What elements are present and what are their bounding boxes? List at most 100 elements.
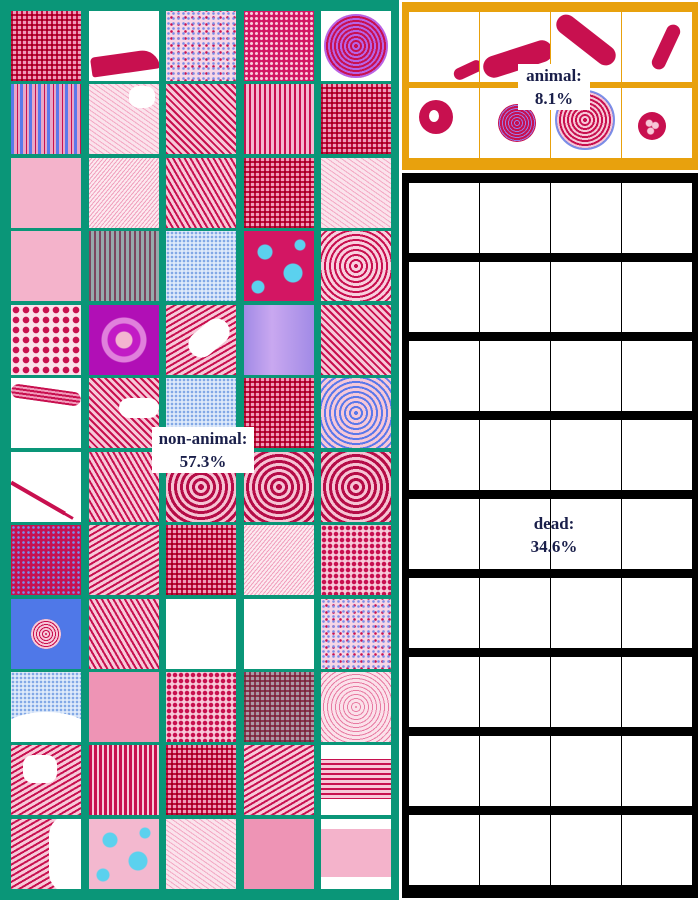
empty-thumbnail (551, 578, 621, 648)
pattern-thumbnail (243, 11, 314, 81)
pattern-thumbnail (11, 304, 81, 375)
empty-thumbnail (551, 657, 621, 727)
pattern-thumbnail (11, 378, 81, 449)
empty-thumbnail (622, 657, 692, 727)
empty-thumbnail (622, 815, 692, 885)
creature-thumbnail (409, 12, 479, 82)
pattern-thumbnail (88, 231, 159, 302)
pattern-thumbnail (243, 304, 314, 375)
pattern-thumbnail (88, 525, 159, 596)
pattern-thumbnail (243, 598, 314, 669)
pattern-thumbnail (321, 304, 391, 375)
pattern-thumbnail (11, 745, 81, 816)
empty-thumbnail (551, 815, 621, 885)
pattern-thumbnail (166, 745, 236, 816)
empty-thumbnail (409, 578, 479, 648)
pattern-thumbnail (166, 525, 236, 596)
empty-thumbnail (409, 183, 479, 253)
pattern-thumbnail (243, 745, 314, 816)
pattern-thumbnail (243, 231, 314, 302)
pattern-thumbnail (321, 745, 391, 816)
empty-thumbnail (622, 578, 692, 648)
pattern-thumbnail (166, 231, 236, 302)
pattern-thumbnail (321, 11, 391, 81)
empty-thumbnail (551, 736, 621, 806)
dead-label: dead: 34.6% (520, 512, 588, 558)
empty-thumbnail (480, 815, 550, 885)
pattern-thumbnail (88, 84, 159, 155)
category-percent: 34.6% (530, 537, 578, 556)
empty-thumbnail (480, 341, 550, 411)
empty-thumbnail (480, 262, 550, 332)
pattern-thumbnail (321, 671, 391, 742)
pattern-thumbnail (243, 378, 314, 449)
pattern-thumbnail (88, 11, 159, 81)
empty-thumbnail (480, 420, 550, 490)
pattern-thumbnail (11, 671, 81, 742)
empty-thumbnail (622, 183, 692, 253)
pattern-thumbnail (88, 598, 159, 669)
pattern-thumbnail (11, 157, 81, 228)
pattern-thumbnail (11, 598, 81, 669)
pattern-thumbnail (88, 818, 159, 889)
pattern-thumbnail (88, 304, 159, 375)
non-animal-label: non-animal: 57.3% (152, 427, 254, 473)
creature-thumbnail (622, 12, 692, 82)
pattern-thumbnail (321, 157, 391, 228)
pattern-thumbnail (11, 11, 81, 81)
pattern-thumbnail (166, 818, 236, 889)
category-name: dead: (533, 514, 575, 533)
category-name: animal: (526, 66, 582, 85)
empty-thumbnail (409, 262, 479, 332)
category-percent: 8.1% (534, 89, 574, 108)
empty-thumbnail (480, 183, 550, 253)
pattern-thumbnail (321, 451, 391, 522)
pattern-thumbnail (243, 451, 314, 522)
animal-label: animal: 8.1% (518, 64, 590, 110)
pattern-thumbnail (166, 84, 236, 155)
pattern-thumbnail (88, 451, 159, 522)
pattern-thumbnail (11, 525, 81, 596)
pattern-thumbnail (243, 84, 314, 155)
pattern-thumbnail (11, 84, 81, 155)
empty-thumbnail (551, 420, 621, 490)
empty-thumbnail (622, 736, 692, 806)
pattern-thumbnail (11, 818, 81, 889)
empty-thumbnail (409, 736, 479, 806)
empty-thumbnail (622, 341, 692, 411)
pattern-thumbnail (243, 818, 314, 889)
category-percent: 57.3% (179, 452, 227, 471)
pattern-thumbnail (166, 157, 236, 228)
pattern-thumbnail (88, 745, 159, 816)
pattern-thumbnail (321, 598, 391, 669)
pattern-thumbnail (321, 231, 391, 302)
empty-thumbnail (551, 262, 621, 332)
empty-thumbnail (409, 815, 479, 885)
pattern-thumbnail (166, 598, 236, 669)
empty-thumbnail (409, 341, 479, 411)
empty-thumbnail (551, 183, 621, 253)
pattern-thumbnail (243, 525, 314, 596)
pattern-thumbnail (166, 11, 236, 81)
category-name: non-animal: (158, 429, 248, 448)
pattern-thumbnail (321, 818, 391, 889)
empty-thumbnail (622, 420, 692, 490)
creature-thumbnail (409, 88, 479, 158)
empty-thumbnail (622, 262, 692, 332)
pattern-thumbnail (88, 157, 159, 228)
pattern-thumbnail (88, 671, 159, 742)
pattern-thumbnail (243, 671, 314, 742)
pattern-thumbnail (11, 451, 81, 522)
pattern-thumbnail (321, 378, 391, 449)
pattern-thumbnail (166, 304, 236, 375)
empty-thumbnail (409, 499, 479, 569)
creature-thumbnail (622, 88, 692, 158)
pattern-thumbnail (166, 671, 236, 742)
empty-thumbnail (622, 499, 692, 569)
pattern-thumbnail (321, 84, 391, 155)
empty-thumbnail (409, 420, 479, 490)
pattern-thumbnail (11, 231, 81, 302)
empty-thumbnail (551, 341, 621, 411)
pattern-thumbnail (88, 378, 159, 449)
empty-thumbnail (409, 657, 479, 727)
